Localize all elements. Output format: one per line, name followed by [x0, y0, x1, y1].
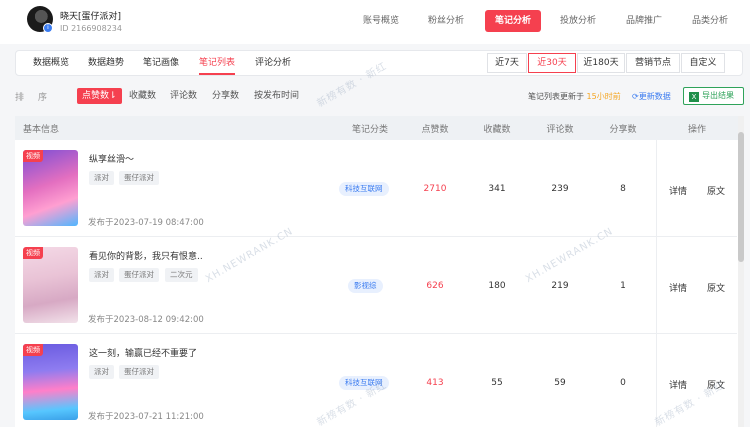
sort-by-comments[interactable]: 评论数	[165, 88, 202, 104]
export-label: 导出结果	[702, 91, 734, 100]
sort-by-publish-time[interactable]: 按发布时间	[249, 88, 304, 104]
update-time: 15小时前	[586, 92, 621, 101]
video-badge: 视频	[23, 344, 43, 356]
range-marketing-nodes[interactable]: 营销节点	[626, 53, 680, 73]
topnav-notes-analysis[interactable]: 笔记分析	[485, 10, 541, 32]
tab-comment-analysis[interactable]: 评论分析	[255, 51, 291, 75]
detail-link[interactable]: 详情	[669, 378, 687, 391]
original-link[interactable]: 原文	[707, 281, 725, 294]
header-category: 笔记分类	[351, 125, 388, 135]
shares-count: 1	[620, 281, 626, 291]
verified-icon: i	[43, 23, 53, 33]
header-likes: 点赞数	[421, 125, 449, 135]
note-thumbnail[interactable]: 视频	[23, 344, 78, 420]
publish-time: 发布于2023-07-21 11:21:00	[88, 412, 204, 422]
note-tag: 蛋仔派对	[119, 268, 159, 282]
detail-link[interactable]: 详情	[669, 281, 687, 294]
video-badge: 视频	[23, 247, 43, 259]
collects-count: 341	[488, 184, 506, 194]
header-shares: 分享数	[609, 125, 637, 135]
comments-count: 239	[551, 184, 569, 194]
tab-data-overview[interactable]: 数据概览	[33, 51, 69, 75]
likes-count: 413	[426, 378, 444, 388]
category-badge: 科技互联网	[339, 182, 389, 196]
range-180-days[interactable]: 近180天	[577, 53, 625, 73]
header-basic-info: 基本信息	[23, 125, 60, 135]
header-actions: 操作	[687, 125, 706, 135]
range-custom[interactable]: 自定义	[681, 53, 725, 73]
likes-count: 2710	[423, 184, 447, 194]
note-tag: 二次元	[165, 268, 198, 282]
table-row: 视频 纵享丝滑～ 派对 蛋仔派对 发布于2023-07-19 08:47:00 …	[15, 140, 737, 237]
account-name: 晓天[蛋仔派对]	[60, 12, 122, 22]
export-button[interactable]: X 导出结果	[683, 87, 744, 105]
note-thumbnail[interactable]: 视频	[23, 247, 78, 323]
actions-divider	[656, 140, 657, 427]
refresh-icon: ⟳	[632, 92, 639, 101]
header-collects: 收藏数	[483, 125, 511, 135]
sort-bar: 排序 点赞数⇂ 收藏数 评论数 分享数 按发布时间 笔记列表更新于 15小时前 …	[0, 84, 750, 108]
shares-count: 0	[620, 378, 626, 388]
topnav-ad-analysis[interactable]: 投放分析	[552, 10, 604, 32]
topnav-account-overview[interactable]: 账号概览	[355, 10, 407, 32]
shares-count: 8	[620, 184, 626, 194]
comments-count: 59	[554, 378, 566, 388]
account-header: i 晓天[蛋仔派对] ID 2166908234 账号概览 粉丝分析 笔记分析 …	[0, 0, 750, 44]
excel-icon: X	[689, 92, 699, 102]
video-badge: 视频	[23, 150, 43, 162]
tab-note-list[interactable]: 笔记列表	[199, 51, 236, 75]
scrollbar-thumb[interactable]	[738, 132, 744, 262]
note-tag: 蛋仔派对	[119, 365, 159, 379]
topnav-brand-promotion[interactable]: 品牌推广	[618, 10, 670, 32]
topnav-category-analysis[interactable]: 品类分析	[684, 10, 736, 32]
note-tag: 派对	[89, 365, 114, 379]
sort-by-likes[interactable]: 点赞数⇂	[77, 88, 122, 104]
comments-count: 219	[551, 281, 569, 291]
sort-label: 排序	[15, 93, 62, 103]
table-row: 视频 看见你的背影，我只有恨意.. 派对 蛋仔派对 二次元 发布于2023-08…	[15, 237, 737, 334]
publish-time: 发布于2023-07-19 08:47:00	[88, 218, 204, 228]
tab-data-trend[interactable]: 数据趋势	[88, 51, 124, 75]
note-title[interactable]: 纵享丝滑～	[89, 152, 134, 165]
refresh-data-link[interactable]: ⟳更新数据	[632, 91, 671, 102]
update-status: 笔记列表更新于 15小时前	[528, 91, 621, 102]
tab-note-profile[interactable]: 笔记画像	[143, 51, 179, 75]
note-title[interactable]: 这一刻，输赢已经不重要了	[89, 346, 197, 359]
category-badge: 影视综	[348, 279, 383, 293]
update-prefix: 笔记列表更新于	[528, 92, 584, 101]
note-tag: 派对	[89, 171, 114, 185]
note-thumbnail[interactable]: 视频	[23, 150, 78, 226]
likes-count: 626	[426, 281, 444, 291]
original-link[interactable]: 原文	[707, 184, 725, 197]
account-id: ID 2166908234	[60, 24, 122, 33]
note-title[interactable]: 看见你的背影，我只有恨意..	[89, 249, 203, 262]
collects-count: 55	[491, 378, 503, 388]
detail-link[interactable]: 详情	[669, 184, 687, 197]
sort-by-shares[interactable]: 分享数	[207, 88, 244, 104]
publish-time: 发布于2023-08-12 09:42:00	[88, 315, 204, 325]
table-header: 基本信息 笔记分类 点赞数 收藏数 评论数 分享数 操作	[15, 116, 743, 140]
header-comments: 评论数	[546, 125, 574, 135]
note-tag: 蛋仔派对	[119, 171, 159, 185]
range-7-days[interactable]: 近7天	[487, 53, 527, 73]
collects-count: 180	[488, 281, 506, 291]
note-tag: 派对	[89, 268, 114, 282]
refresh-label: 更新数据	[638, 92, 671, 101]
sort-by-collects[interactable]: 收藏数	[124, 88, 161, 104]
topnav-fans-analysis[interactable]: 粉丝分析	[420, 10, 472, 32]
range-30-days[interactable]: 近30天	[528, 53, 576, 73]
